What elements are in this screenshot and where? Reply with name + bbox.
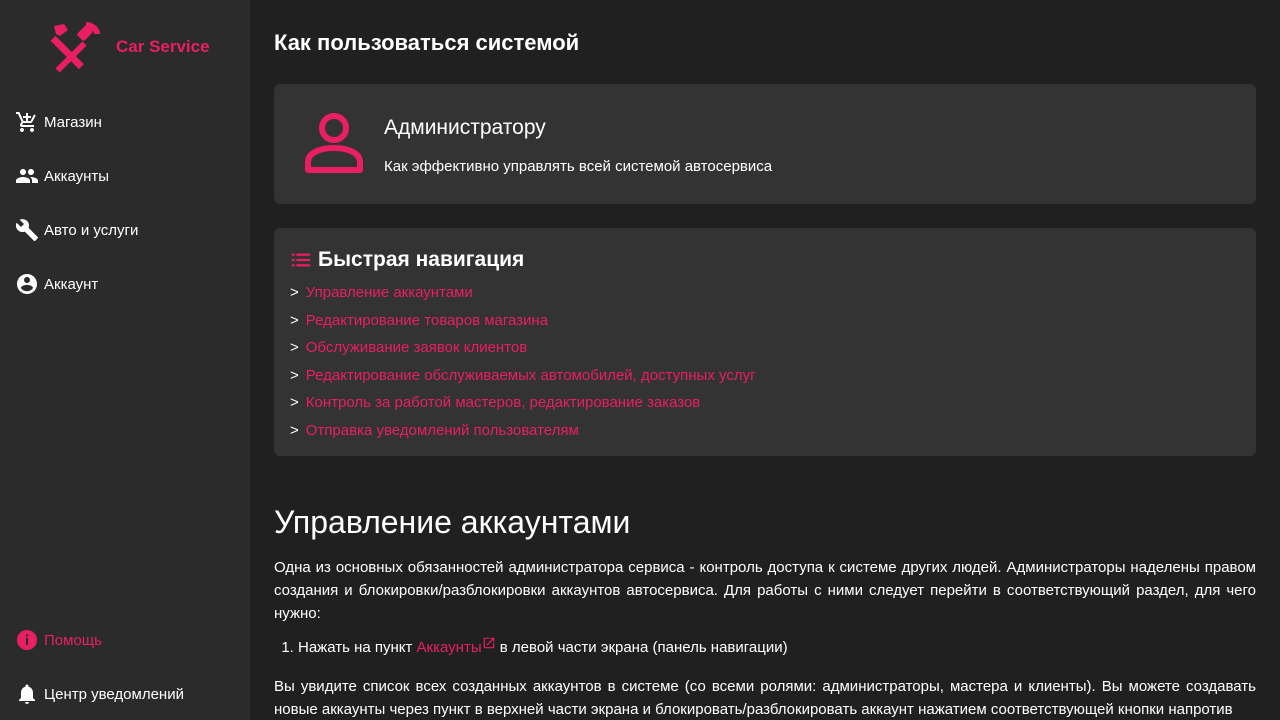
account-circle-icon xyxy=(17,274,37,294)
sidebar-item-label: Аккаунты xyxy=(44,167,110,185)
person-icon xyxy=(305,113,363,173)
quick-nav-link[interactable]: Отправка уведомлений пользователям xyxy=(306,422,579,439)
role-card: Администратору Как эффективно управлять … xyxy=(274,84,1256,204)
bell-icon xyxy=(19,684,35,704)
sidebar-item-label: Центр уведомлений xyxy=(44,685,184,703)
quick-nav-link[interactable]: Редактирование товаров магазина xyxy=(306,312,548,329)
tools-logo-icon xyxy=(50,22,100,73)
sidebar-item-notifications[interactable]: Центр уведомлений xyxy=(15,679,184,709)
app-name: Car Service xyxy=(116,37,210,56)
quick-nav-link[interactable]: Контроль за работой мастеров, редактиров… xyxy=(306,394,701,411)
external-link-icon xyxy=(483,637,494,649)
sidebar: Car Service Магазин Аккаунты Авто и услу… xyxy=(0,0,250,720)
steps-list: Нажать на пункт Аккаунты в левой части э… xyxy=(298,636,788,660)
quick-nav-card: Быстрая навигация > Управление аккаунтами… xyxy=(274,228,1256,456)
list-item: > Редактирование товаров магазина xyxy=(290,311,549,329)
list-item: > Отправка уведомлений пользователям xyxy=(290,421,579,439)
app-logo[interactable]: Car Service xyxy=(46,20,226,74)
sidebar-item-account[interactable]: Аккаунт xyxy=(15,269,98,299)
sidebar-item-label: Аккаунт xyxy=(44,275,99,293)
role-description: Как эффективно управлять всей системой а… xyxy=(384,158,773,175)
sidebar-item-accounts[interactable]: Аккаунты xyxy=(15,161,109,191)
sidebar-item-label: Авто и услуги xyxy=(44,221,139,239)
sidebar-item-label: Магазин xyxy=(44,113,102,131)
people-icon xyxy=(16,169,38,183)
quick-nav-link[interactable]: Редактирование обслуживаемых автомобилей… xyxy=(306,367,756,384)
main-content: Как пользоваться системой Администратору… xyxy=(274,0,1256,720)
list-item: > Управление аккаунтами xyxy=(290,284,473,301)
info-icon xyxy=(17,630,37,650)
section-title: Управление аккаунтами xyxy=(274,504,631,540)
section-paragraph: Вы увидите список всех созданных аккаунт… xyxy=(274,678,1256,718)
sidebar-item-shop[interactable]: Магазин xyxy=(15,107,102,137)
page-title: Как пользоваться системой xyxy=(274,30,580,55)
quick-nav-title: Быстрая навигация xyxy=(318,248,525,271)
list-item: Нажать на пункт Аккаунты в левой части э… xyxy=(298,636,788,660)
sidebar-item-help[interactable]: Помощь xyxy=(15,625,102,655)
quick-nav-list: > Управление аккаунтами > Редактирование т… xyxy=(290,284,756,449)
list-item: > Контроль за работой мастеров, редактиро… xyxy=(290,394,701,411)
quick-nav-link[interactable]: Управление аккаунтами xyxy=(306,284,473,301)
quick-nav-header: Быстрая навигация xyxy=(290,248,524,272)
quick-nav-link[interactable]: Обслуживание заявок клиентов xyxy=(306,339,527,356)
list-item: > Редактирование обслуживаемых автомобиле… xyxy=(290,366,756,384)
role-title: Администратору xyxy=(384,116,546,139)
section-paragraph: Одна из основных обязанностей администра… xyxy=(274,559,1256,622)
sidebar-item-cars-services[interactable]: Авто и услуги xyxy=(15,215,138,245)
accounts-link[interactable]: Аккаунты xyxy=(417,637,496,656)
list-item: > Обслуживание заявок клиентов xyxy=(290,339,528,356)
cart-icon xyxy=(16,112,36,132)
sidebar-item-label: Помощь xyxy=(44,631,102,649)
wrench-icon xyxy=(15,219,38,241)
list-icon xyxy=(291,253,311,267)
